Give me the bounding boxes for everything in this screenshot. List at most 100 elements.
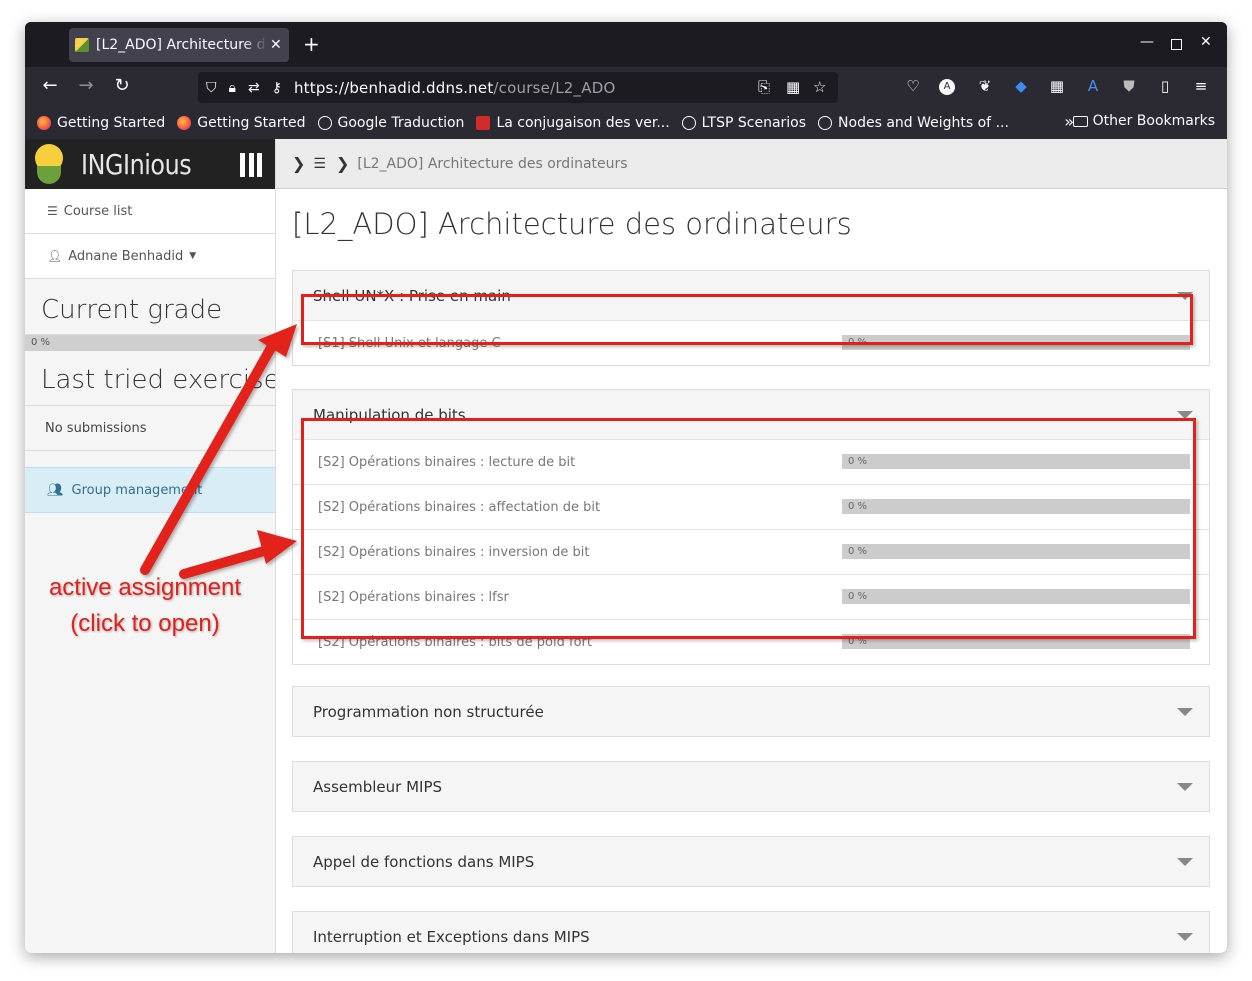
group-icon: 👥︎ — [47, 482, 64, 498]
tab-strip: [L2_ADO] Architecture des ordinateurs ✕ … — [25, 22, 1227, 67]
gnome-extension-icon[interactable]: ❦ — [975, 77, 995, 95]
section-title: Assembleur MIPS — [313, 777, 443, 796]
bookmarks-toolbar: Getting Started Getting Started Google T… — [25, 107, 1227, 139]
section-appel-fonctions-mips: Appel de fonctions dans MIPS — [292, 836, 1210, 887]
caret-down-icon[interactable] — [1177, 783, 1193, 791]
course-list-breadcrumb-icon[interactable]: ☰ — [313, 156, 326, 172]
brand-name[interactable]: INGInious — [81, 148, 192, 181]
bookmark-label: Google Traduction — [337, 115, 465, 131]
bookmark-label: Nodes and Weights of ... — [838, 115, 1009, 131]
key-icon[interactable]: ⚷ — [272, 80, 282, 96]
caret-down-icon: ▼ — [189, 251, 197, 261]
inginious-logo-icon[interactable] — [33, 142, 67, 186]
caret-down-icon[interactable] — [1177, 708, 1193, 716]
url-text[interactable]: https://benhadid.ddns.net/course/L2_ADO — [294, 79, 616, 97]
shield-icon[interactable]: ⛉ — [206, 80, 217, 96]
caret-down-icon[interactable] — [1177, 933, 1193, 941]
course-list-link[interactable]: ☰ Course list — [25, 189, 275, 234]
folder-icon — [1072, 115, 1088, 127]
lock-icon[interactable]: 🔒︎ — [229, 80, 236, 96]
user-menu[interactable]: 👤︎ Adnane Benhadid ▼ — [25, 234, 275, 279]
last-tried-heading: Last tried exercises — [25, 351, 275, 406]
translate-extension-icon[interactable]: A — [1083, 77, 1103, 95]
app-menu-icon[interactable]: ≡ — [1191, 77, 1211, 95]
new-tab-icon[interactable]: + — [303, 32, 320, 56]
course-list-label: Course list — [63, 203, 133, 219]
group-management-label: Group management — [71, 482, 203, 498]
section-header[interactable]: Appel de fonctions dans MIPS — [293, 837, 1209, 886]
section-programmation-non-structuree: Programmation non structurée — [292, 686, 1210, 737]
permissions-icon[interactable]: ⇄ — [248, 80, 260, 96]
highlight-box-bits — [301, 418, 1196, 639]
section-title: Interruption et Exceptions dans MIPS — [313, 927, 590, 946]
reload-icon[interactable]: ↻ — [111, 75, 133, 96]
bookmark-conjugaison[interactable]: La conjugaison des ver... — [476, 115, 670, 131]
inginious-favicon-icon — [75, 38, 89, 52]
bookmark-ltsp-scenarios[interactable]: LTSP Scenarios — [681, 115, 807, 131]
grade-progress-bar: 0 % — [25, 335, 275, 351]
section-title: Programmation non structurée — [313, 702, 544, 721]
section-interruption-exceptions: Interruption et Exceptions dans MIPS — [292, 911, 1210, 953]
forward-arrow-icon[interactable]: → — [75, 75, 97, 96]
maximize-icon[interactable] — [1171, 39, 1182, 50]
minimize-icon[interactable]: — — [1140, 34, 1154, 50]
annotation-text: active assignment (click to open) — [25, 570, 265, 642]
other-bookmarks[interactable]: Other Bookmarks — [1072, 113, 1215, 129]
user-icon: 👤︎ — [47, 249, 63, 263]
address-bar[interactable]: ⛉ 🔒︎ ⇄ ⚷ https://benhadid.ddns.net/cours… — [198, 72, 838, 103]
caret-down-icon[interactable] — [1177, 858, 1193, 866]
globe-icon — [818, 116, 833, 130]
highlight-box-shell — [301, 294, 1193, 345]
group-management-link[interactable]: 👥︎ Group management — [25, 467, 275, 513]
browser-tab[interactable]: [L2_ADO] Architecture des ordinateurs ✕ — [69, 28, 289, 62]
pocket-icon[interactable]: ♡ — [903, 77, 923, 95]
bookmark-label: Getting Started — [197, 115, 306, 131]
breadcrumb: ❯ ☰ ❯ [L2_ADO] Architecture des ordinate… — [276, 139, 1227, 189]
bookmark-label: LTSP Scenarios — [701, 115, 807, 131]
account-icon[interactable]: A — [939, 79, 955, 95]
close-tab-icon[interactable]: ✕ — [270, 37, 282, 53]
tab-title: [L2_ADO] Architecture des ordinateurs — [96, 37, 268, 53]
page-title: [L2_ADO] Architecture des ordinateurs — [292, 207, 852, 241]
firefox-icon — [37, 116, 51, 130]
bookmark-getting-started-1[interactable]: Getting Started — [37, 115, 165, 131]
qr-code-icon[interactable]: ▦ — [786, 78, 800, 96]
conjugaison-icon — [476, 116, 491, 130]
firefox-icon — [177, 116, 192, 130]
bookmark-getting-started-2[interactable]: Getting Started — [177, 115, 306, 131]
breadcrumb-course[interactable]: [L2_ADO] Architecture des ordinateurs — [357, 156, 627, 172]
annotation-line-1: active assignment — [48, 574, 242, 601]
sidebar-toggle-icon[interactable] — [240, 153, 262, 177]
bookmark-label: Getting Started — [57, 115, 166, 131]
section-header[interactable]: Interruption et Exceptions dans MIPS — [293, 912, 1209, 953]
chevron-right-icon: ❯ — [292, 154, 306, 173]
chevron-right-icon: ❯ — [335, 154, 350, 173]
current-grade-heading: Current grade — [25, 279, 275, 335]
back-arrow-icon[interactable]: ← — [39, 75, 61, 96]
bookmark-label: La conjugaison des ver... — [496, 115, 670, 131]
annotation-line-2: (click to open) — [70, 610, 220, 637]
section-header[interactable]: Programmation non structurée — [293, 687, 1209, 736]
bookmark-nodes-weights[interactable]: Nodes and Weights of ... — [818, 115, 1009, 131]
globe-icon — [681, 116, 696, 130]
brand-header: INGInious — [25, 139, 275, 189]
apps-grid-icon[interactable]: ▦ — [1047, 77, 1067, 95]
bookmark-star-icon[interactable]: ☆ — [813, 78, 826, 96]
close-window-icon[interactable]: ✕ — [1200, 34, 1212, 50]
section-title: Appel de fonctions dans MIPS — [313, 852, 535, 871]
url-host: https://benhadid.ddns.net — [293, 78, 494, 97]
bookmark-google-traduction[interactable]: Google Traduction — [317, 115, 465, 131]
sidebar: INGInious ☰ Course list 👤︎ Adnane Benhad… — [25, 139, 276, 953]
list-icon: ☰ — [47, 204, 58, 218]
no-submissions-text: No submissions — [25, 406, 275, 451]
url-path: /course/L2_ADO — [493, 78, 616, 97]
translate-icon[interactable]: ⎘ — [758, 78, 770, 96]
privacy-shield-icon[interactable]: ⛊ — [1119, 77, 1139, 95]
dev-extension-icon[interactable]: ◆ — [1011, 77, 1031, 95]
section-header[interactable]: Assembleur MIPS — [293, 762, 1209, 811]
globe-icon — [317, 116, 332, 130]
section-assembleur-mips: Assembleur MIPS — [292, 761, 1210, 812]
document-icon[interactable]: ▯ — [1155, 77, 1175, 95]
user-name: Adnane Benhadid — [68, 248, 184, 264]
navigation-toolbar: ← → ↻ ⛉ 🔒︎ ⇄ ⚷ https://benhadid.ddns.net… — [25, 67, 1227, 107]
